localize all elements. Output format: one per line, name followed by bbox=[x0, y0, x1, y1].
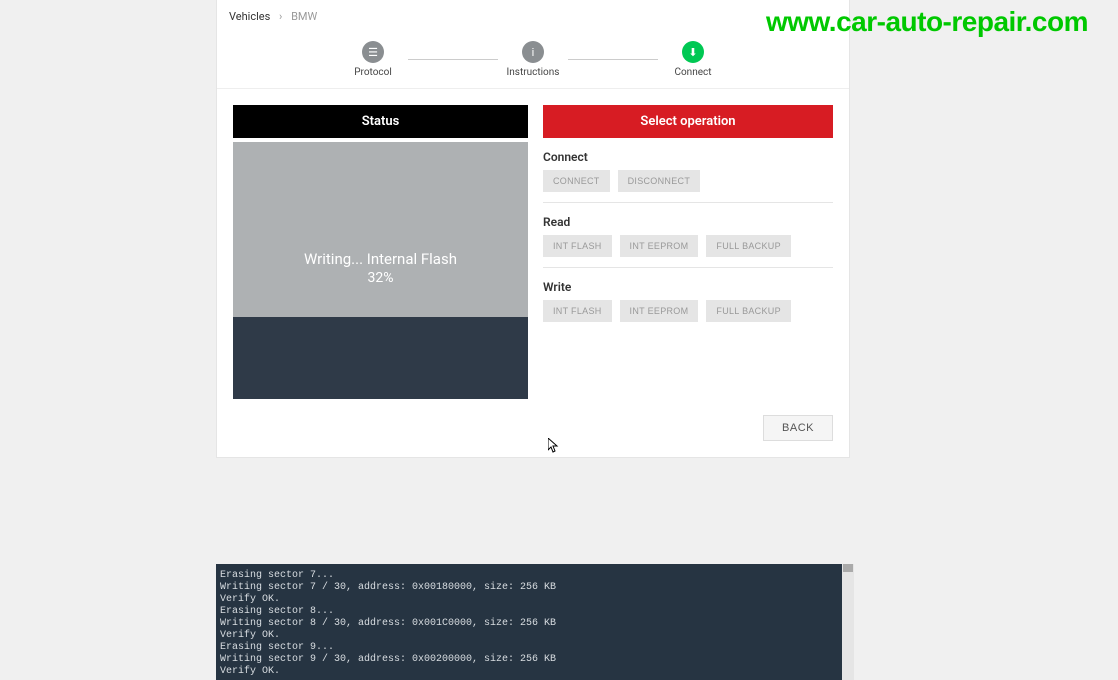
breadcrumb-separator: › bbox=[279, 10, 282, 23]
console-scrollbar-thumb[interactable] bbox=[843, 564, 853, 572]
footer: BACK bbox=[217, 415, 849, 457]
read-full-backup-button[interactable]: FULL BACKUP bbox=[706, 235, 791, 257]
main-panel: Vehicles › BMW ☰ Protocol i Instructions… bbox=[216, 0, 850, 458]
console-wrap: Erasing sector 7... Writing sector 7 / 3… bbox=[216, 564, 850, 680]
step-connector bbox=[568, 59, 658, 60]
write-section-title: Write bbox=[543, 280, 833, 294]
console-scrollbar[interactable] bbox=[842, 564, 854, 680]
step-protocol[interactable]: ☰ Protocol bbox=[338, 41, 408, 78]
step-connector bbox=[408, 59, 498, 60]
progress-box: Writing... Internal Flash 32% bbox=[233, 142, 528, 399]
step-instructions-label: Instructions bbox=[507, 67, 560, 78]
connect-button[interactable]: CONNECT bbox=[543, 170, 610, 192]
status-column: Status Writing... Internal Flash 32% bbox=[233, 105, 528, 399]
write-int-flash-button[interactable]: INT FLASH bbox=[543, 300, 612, 322]
step-instructions[interactable]: i Instructions bbox=[498, 41, 568, 78]
step-protocol-icon: ☰ bbox=[362, 41, 384, 63]
status-header: Status bbox=[233, 105, 528, 138]
write-int-eeprom-button[interactable]: INT EEPROM bbox=[620, 300, 699, 322]
breadcrumb-root[interactable]: Vehicles bbox=[229, 10, 270, 23]
step-protocol-label: Protocol bbox=[354, 67, 392, 78]
step-connect-icon: ⬇ bbox=[682, 41, 704, 63]
wizard-steps: ☰ Protocol i Instructions ⬇ Connect bbox=[217, 33, 849, 89]
operations-column: Select operation Connect CONNECT DISCONN… bbox=[543, 105, 833, 399]
content-area: Status Writing... Internal Flash 32% Sel… bbox=[217, 89, 849, 415]
progress-message: Writing... Internal Flash bbox=[233, 250, 528, 268]
breadcrumb: Vehicles › BMW bbox=[217, 0, 849, 33]
watermark-text: www.car-auto-repair.com bbox=[766, 6, 1088, 38]
read-section: Read INT FLASH INT EEPROM FULL BACKUP bbox=[543, 203, 833, 268]
connect-buttons: CONNECT DISCONNECT bbox=[543, 170, 833, 192]
progress-percent: 32% bbox=[233, 270, 528, 286]
write-buttons: INT FLASH INT EEPROM FULL BACKUP bbox=[543, 300, 833, 322]
operations-header: Select operation bbox=[543, 105, 833, 138]
read-section-title: Read bbox=[543, 215, 833, 229]
read-buttons: INT FLASH INT EEPROM FULL BACKUP bbox=[543, 235, 833, 257]
write-section: Write INT FLASH INT EEPROM FULL BACKUP bbox=[543, 268, 833, 332]
progress-text: Writing... Internal Flash 32% bbox=[233, 250, 528, 286]
breadcrumb-current: BMW bbox=[291, 10, 317, 23]
read-int-flash-button[interactable]: INT FLASH bbox=[543, 235, 612, 257]
step-connect[interactable]: ⬇ Connect bbox=[658, 41, 728, 78]
connect-section-title: Connect bbox=[543, 150, 833, 164]
read-int-eeprom-button[interactable]: INT EEPROM bbox=[620, 235, 699, 257]
progress-fill bbox=[233, 317, 528, 399]
connect-section: Connect CONNECT DISCONNECT bbox=[543, 138, 833, 203]
write-full-backup-button[interactable]: FULL BACKUP bbox=[706, 300, 791, 322]
back-button[interactable]: BACK bbox=[763, 415, 833, 441]
disconnect-button[interactable]: DISCONNECT bbox=[618, 170, 701, 192]
step-instructions-icon: i bbox=[522, 41, 544, 63]
step-connect-label: Connect bbox=[674, 67, 711, 78]
console-output: Erasing sector 7... Writing sector 7 / 3… bbox=[216, 564, 850, 680]
